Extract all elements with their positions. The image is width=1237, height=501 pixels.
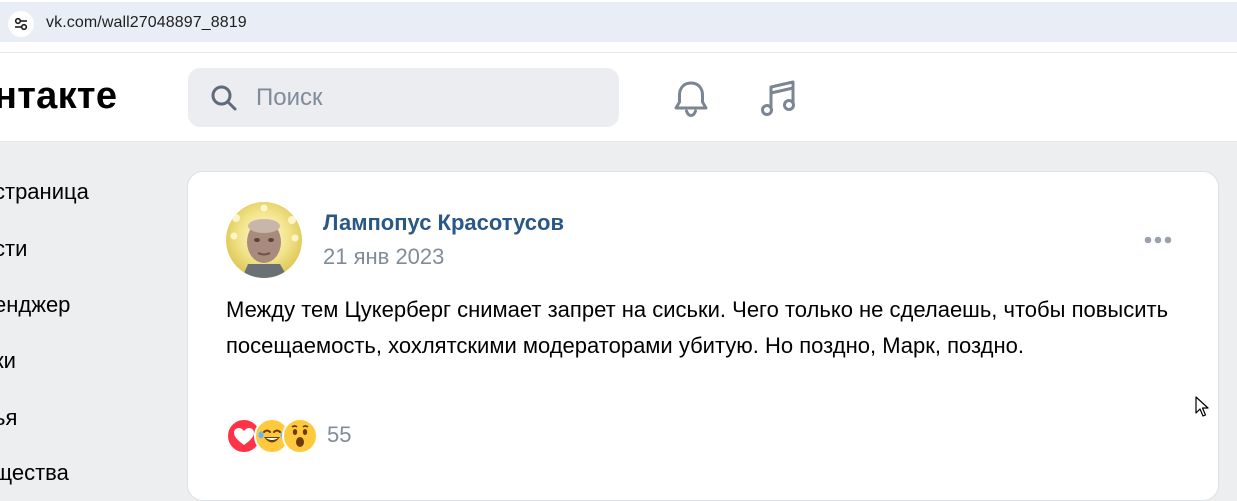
bell-icon[interactable]	[669, 77, 713, 121]
post-text: Между тем Цукерберг снимает запрет на си…	[226, 297, 1169, 358]
music-icon[interactable]	[757, 77, 801, 121]
sidebar-item-calls[interactable]: ки	[0, 348, 16, 374]
left-sidebar: страница сти енджер ки ья щества	[0, 142, 180, 485]
sidebar-item-messenger[interactable]: енджер	[0, 292, 70, 318]
more-options-icon[interactable]	[1142, 230, 1178, 250]
sidebar-item-my-page[interactable]: страница	[0, 179, 89, 205]
surprised-face-icon[interactable]	[282, 418, 318, 454]
mouse-cursor-icon	[1195, 396, 1209, 417]
post-date[interactable]: 21 янв 2023	[323, 244, 444, 270]
post-author[interactable]: Лампопус Красотусов	[323, 210, 564, 236]
wall-post: Лампопус Красотусов 21 янв 2023 Между те…	[187, 171, 1219, 501]
sidebar-item-friends[interactable]: ья	[0, 405, 17, 431]
tune-icon[interactable]	[8, 11, 34, 37]
reaction-count[interactable]: 55	[327, 422, 351, 448]
search-input[interactable]	[254, 82, 598, 114]
url-text[interactable]: vk.com/wall27048897_8819	[46, 14, 247, 32]
search-icon	[211, 85, 237, 111]
site-logo[interactable]: нтакте	[0, 75, 117, 118]
search-box[interactable]	[188, 68, 619, 127]
address-field[interactable]: vk.com/wall27048897_8819	[0, 2, 1237, 42]
site-header: нтакте	[0, 52, 1237, 142]
sidebar-item-news[interactable]: сти	[0, 236, 27, 262]
avatar[interactable]	[226, 202, 302, 278]
browser-address-bar: vk.com/wall27048897_8819	[0, 0, 1237, 52]
sidebar-item-communities[interactable]: щества	[0, 460, 69, 486]
